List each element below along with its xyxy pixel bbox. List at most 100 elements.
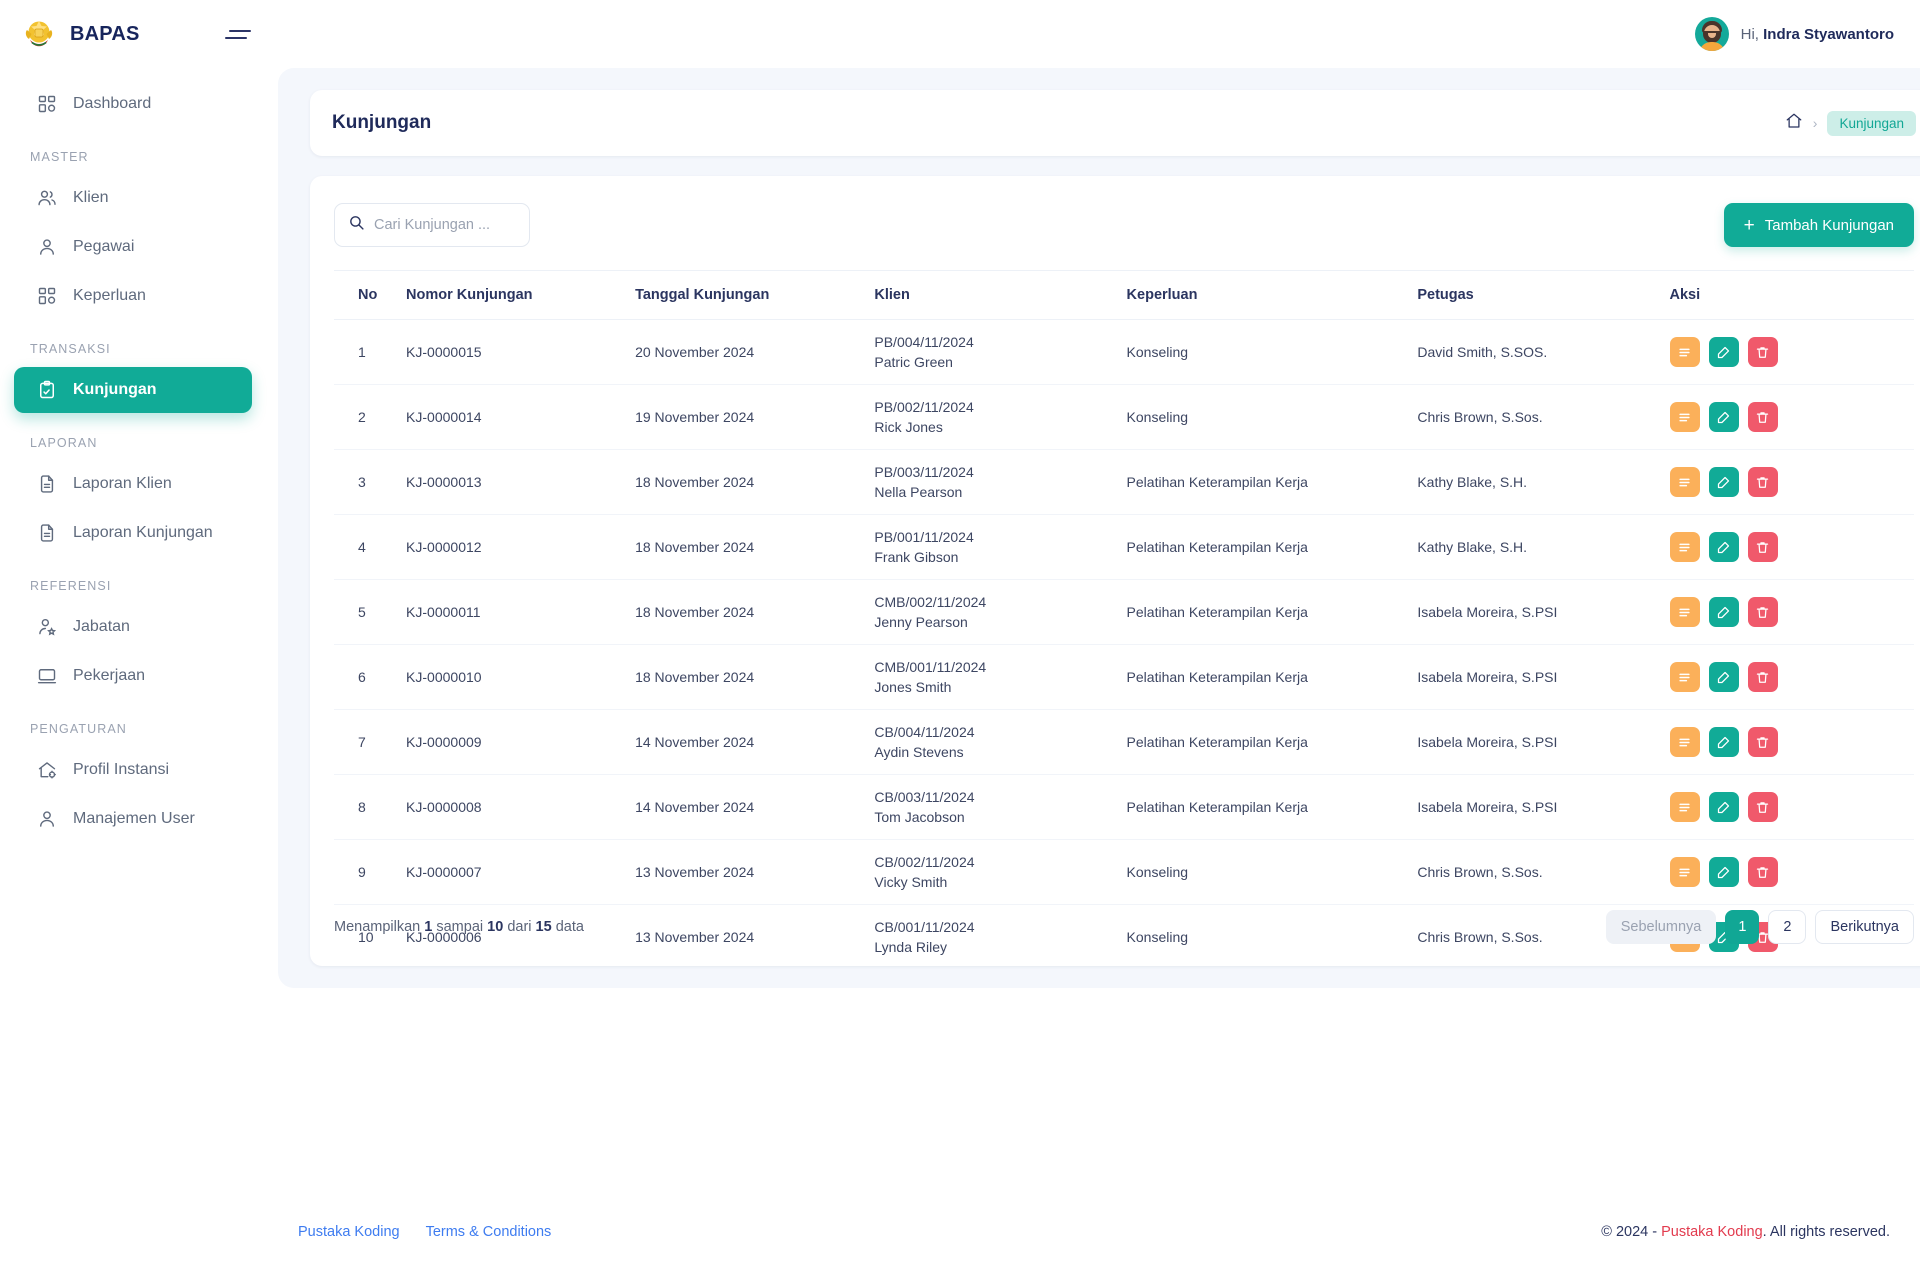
delete-button[interactable] xyxy=(1748,792,1778,822)
cell-klien: CMB/002/11/2024Jenny Pearson xyxy=(874,580,1126,645)
sidebar-item-manajemen-user[interactable]: Manajemen User xyxy=(14,796,252,842)
column-header-keperluan: Keperluan xyxy=(1127,271,1418,320)
pagination-next[interactable]: Berikutnya xyxy=(1815,910,1914,944)
cell-keperluan: Pelatihan Keterampilan Kerja xyxy=(1127,710,1418,775)
sidebar-item-laporan-kunjungan[interactable]: Laporan Kunjungan xyxy=(14,510,252,556)
search-box[interactable] xyxy=(334,203,530,247)
row-actions xyxy=(1670,337,1915,367)
edit-button[interactable] xyxy=(1709,792,1739,822)
cell-no: 7 xyxy=(334,710,406,775)
pagination-prev[interactable]: Sebelumnya xyxy=(1606,910,1717,944)
trash-icon xyxy=(1755,605,1770,620)
sidebar-item-jabatan[interactable]: Jabatan xyxy=(14,604,252,650)
cell-tanggal: 19 November 2024 xyxy=(635,385,874,450)
sidebar-item-pegawai[interactable]: Pegawai xyxy=(14,224,252,270)
list-icon xyxy=(1677,345,1692,360)
content-background: Kunjungan › Kunjungan xyxy=(278,68,1920,988)
edit-button[interactable] xyxy=(1709,337,1739,367)
delete-button[interactable] xyxy=(1748,662,1778,692)
sidebar-item-klien[interactable]: Klien xyxy=(14,175,252,221)
cell-keperluan: Pelatihan Keterampilan Kerja xyxy=(1127,645,1418,710)
detail-button[interactable] xyxy=(1670,337,1700,367)
edit-button[interactable] xyxy=(1709,662,1739,692)
sidebar-item-label: Manajemen User xyxy=(73,811,195,827)
delete-button[interactable] xyxy=(1748,467,1778,497)
top-bar: BAPAS Hi, Indra Styawantoro xyxy=(0,0,1920,68)
sidebar-section-laporan: LAPORAN xyxy=(0,416,278,458)
klien-kode: CB/003/11/2024 xyxy=(874,789,1126,805)
cell-petugas: Kathy Blake, S.H. xyxy=(1417,450,1669,515)
cell-no: 2 xyxy=(334,385,406,450)
sidebar: DashboardMASTERKlienPegawaiKeperluanTRAN… xyxy=(0,68,278,1265)
detail-button[interactable] xyxy=(1670,662,1700,692)
list-icon xyxy=(1677,475,1692,490)
delete-button[interactable] xyxy=(1748,402,1778,432)
page-header-panel: Kunjungan › Kunjungan xyxy=(310,90,1920,156)
footer-link-terms[interactable]: Terms & Conditions xyxy=(426,1224,552,1240)
pagination-page-1[interactable]: 1 xyxy=(1725,910,1759,944)
table-row: 5KJ-000001118 November 2024CMB/002/11/20… xyxy=(334,580,1914,645)
sidebar-item-label: Laporan Kunjungan xyxy=(73,525,213,541)
detail-button[interactable] xyxy=(1670,532,1700,562)
edit-button[interactable] xyxy=(1709,467,1739,497)
detail-button[interactable] xyxy=(1670,857,1700,887)
footer-link-pustaka-koding[interactable]: Pustaka Koding xyxy=(298,1224,400,1240)
trash-icon xyxy=(1755,475,1770,490)
cell-nomor: KJ-0000011 xyxy=(406,580,635,645)
cell-aksi xyxy=(1670,710,1915,775)
cell-aksi xyxy=(1670,515,1915,580)
detail-button[interactable] xyxy=(1670,727,1700,757)
sidebar-item-keperluan[interactable]: Keperluan xyxy=(14,273,252,319)
edit-button[interactable] xyxy=(1709,857,1739,887)
edit-button[interactable] xyxy=(1709,402,1739,432)
edit-button[interactable] xyxy=(1709,727,1739,757)
row-actions xyxy=(1670,467,1915,497)
cell-petugas: Isabela Moreira, S.PSI xyxy=(1417,775,1669,840)
breadcrumb-current: Kunjungan xyxy=(1827,111,1916,136)
klien-nama: Frank Gibson xyxy=(874,549,1126,565)
add-kunjungan-button[interactable]: + Tambah Kunjungan xyxy=(1724,203,1914,247)
cell-keperluan: Pelatihan Keterampilan Kerja xyxy=(1127,515,1418,580)
edit-button[interactable] xyxy=(1709,597,1739,627)
list-icon xyxy=(1677,410,1692,425)
column-header-petugas: Petugas xyxy=(1417,271,1669,320)
sidebar-item-dashboard[interactable]: Dashboard xyxy=(14,81,252,127)
greeting-text: Hi, Indra Styawantoro xyxy=(1741,26,1894,43)
detail-button[interactable] xyxy=(1670,467,1700,497)
user-icon xyxy=(36,809,57,830)
cell-petugas: Isabela Moreira, S.PSI xyxy=(1417,645,1669,710)
pagination-page-2[interactable]: 2 xyxy=(1768,910,1806,944)
cell-no: 5 xyxy=(334,580,406,645)
detail-button[interactable] xyxy=(1670,597,1700,627)
edit-icon xyxy=(1716,410,1731,425)
cell-petugas: Kathy Blake, S.H. xyxy=(1417,515,1669,580)
row-actions xyxy=(1670,532,1915,562)
home-icon[interactable] xyxy=(1785,112,1803,135)
user-profile[interactable]: Hi, Indra Styawantoro xyxy=(1695,17,1920,51)
delete-button[interactable] xyxy=(1748,337,1778,367)
row-actions xyxy=(1670,792,1915,822)
sidebar-item-kunjungan[interactable]: Kunjungan xyxy=(14,367,252,413)
detail-button[interactable] xyxy=(1670,792,1700,822)
delete-button[interactable] xyxy=(1748,532,1778,562)
sidebar-item-profil-instansi[interactable]: Profil Instansi xyxy=(14,747,252,793)
cell-aksi xyxy=(1670,580,1915,645)
search-input[interactable] xyxy=(374,217,516,233)
cell-aksi xyxy=(1670,775,1915,840)
hamburger-icon[interactable] xyxy=(225,23,251,45)
copyright-brand: Pustaka Koding xyxy=(1661,1224,1763,1240)
sidebar-item-laporan-klien[interactable]: Laporan Klien xyxy=(14,461,252,507)
trash-icon xyxy=(1755,800,1770,815)
table-footer: Menampilkan 1 sampai 10 dari 15 data Seb… xyxy=(334,910,1914,944)
sidebar-section-transaksi: TRANSAKSI xyxy=(0,322,278,364)
cell-klien: PB/004/11/2024Patric Green xyxy=(874,320,1126,385)
delete-button[interactable] xyxy=(1748,857,1778,887)
klien-kode: PB/004/11/2024 xyxy=(874,334,1126,350)
sidebar-item-pekerjaan[interactable]: Pekerjaan xyxy=(14,653,252,699)
detail-button[interactable] xyxy=(1670,402,1700,432)
list-icon xyxy=(1677,670,1692,685)
delete-button[interactable] xyxy=(1748,727,1778,757)
edit-button[interactable] xyxy=(1709,532,1739,562)
delete-button[interactable] xyxy=(1748,597,1778,627)
showing-suffix: data xyxy=(552,919,584,935)
